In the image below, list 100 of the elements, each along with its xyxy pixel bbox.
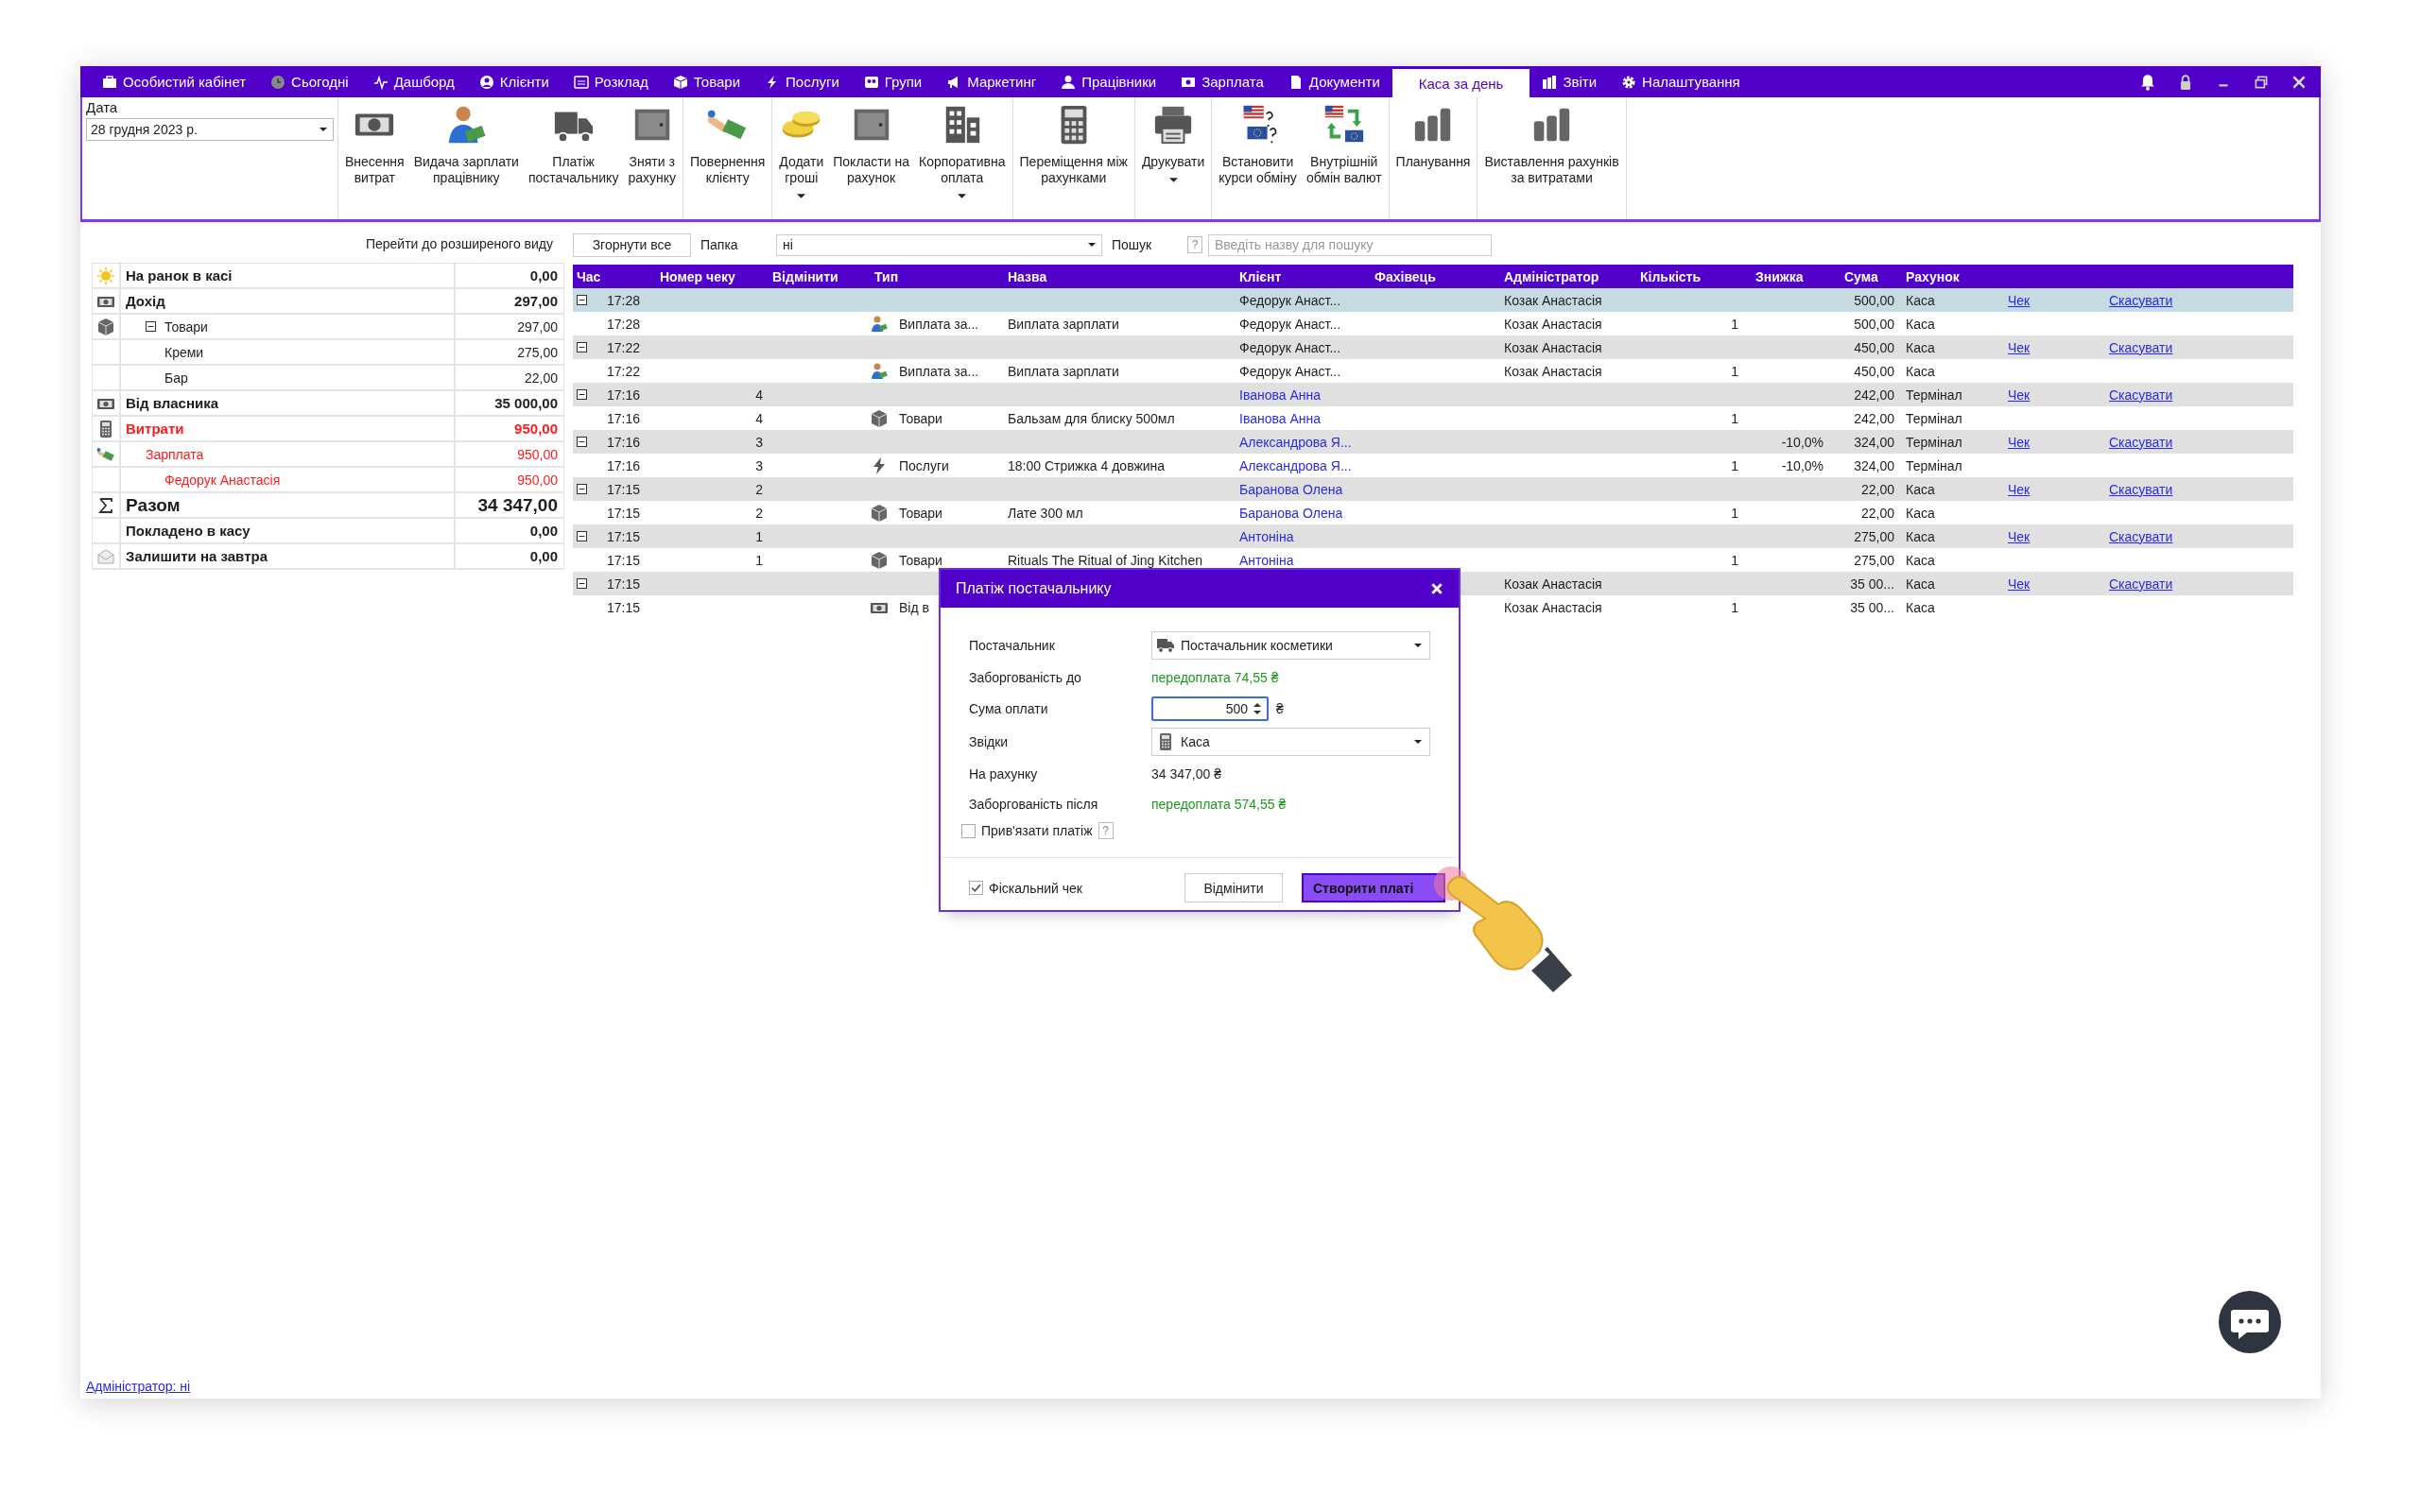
quantity-cell: 1 bbox=[1731, 363, 1738, 379]
quantity-cell: 1 bbox=[1731, 599, 1738, 615]
account-cell: Каса bbox=[1906, 552, 1935, 568]
admin-cell: Козак Анастасія bbox=[1504, 363, 1602, 379]
name-cell: Лате 300 мл bbox=[1008, 505, 1083, 521]
summary-value: 950,00 bbox=[517, 472, 558, 488]
time-cell: 17:15 bbox=[607, 528, 641, 544]
time-cell: 17:16 bbox=[607, 434, 641, 450]
summary-value: 297,00 bbox=[517, 318, 558, 335]
receipt-number-cell: 1 bbox=[755, 552, 763, 568]
field-label: Звідки bbox=[969, 734, 1010, 749]
account-cell: Термінал bbox=[1906, 457, 1962, 473]
field-label: Сума оплати bbox=[969, 701, 1049, 716]
summary-label: Зарплата bbox=[146, 446, 204, 462]
sum-cell: 275,00 bbox=[1854, 528, 1894, 544]
sum-cell: 324,00 bbox=[1854, 434, 1894, 450]
summary-label: Федорук Анастасія bbox=[164, 472, 281, 488]
sum-cell: 450,00 bbox=[1854, 339, 1894, 355]
sum-cell: 35 00... bbox=[1850, 576, 1894, 592]
time-cell: 17:15 bbox=[607, 552, 641, 568]
sum-cell: 242,00 bbox=[1854, 387, 1894, 403]
sum-cell: 500,00 bbox=[1854, 316, 1894, 332]
quantity-cell: 1 bbox=[1731, 552, 1738, 568]
quantity-cell: 1 bbox=[1731, 457, 1738, 473]
admin-cell: Козак Анастасія bbox=[1504, 339, 1602, 355]
client-cell: Федорук Анаст... bbox=[1239, 316, 1341, 332]
quantity-cell: 1 bbox=[1731, 316, 1738, 332]
search-label: Пошук bbox=[1112, 237, 1153, 252]
account-cell: Каса bbox=[1906, 316, 1935, 332]
type-cell: Товари bbox=[899, 505, 942, 521]
summary-value: 297,00 bbox=[514, 293, 558, 309]
summary-value: 35 000,00 bbox=[494, 395, 558, 411]
sum-cell: 450,00 bbox=[1854, 363, 1894, 379]
summary-value: 22,00 bbox=[524, 369, 558, 386]
time-cell: 17:15 bbox=[607, 599, 641, 615]
admin-cell: Козак Анастасія bbox=[1504, 316, 1602, 332]
sum-cell: 35 00... bbox=[1850, 599, 1894, 615]
field-label: На рахунку bbox=[969, 766, 1039, 782]
type-cell: Товари bbox=[899, 410, 942, 426]
time-cell: 17:15 bbox=[607, 576, 641, 592]
sum-cell: 22,00 bbox=[1860, 505, 1894, 521]
type-cell: Виплата за... bbox=[899, 316, 979, 332]
summary-value: 950,00 bbox=[517, 446, 558, 462]
receipt-number-cell: 4 bbox=[755, 387, 763, 403]
checkbox-label: Прив'язати платіж bbox=[981, 823, 1093, 838]
type-cell: Виплата за... bbox=[899, 363, 979, 379]
receipt-number-cell: 4 bbox=[755, 410, 763, 426]
type-cell: Послуги bbox=[899, 457, 949, 473]
account-cell: Термінал bbox=[1906, 434, 1962, 450]
name-cell: Виплата зарплати bbox=[1008, 363, 1119, 379]
receipt-number-cell: 3 bbox=[755, 457, 763, 473]
account-cell: Каса bbox=[1906, 339, 1935, 355]
sum-cell: 275,00 bbox=[1854, 552, 1894, 568]
account-cell: Каса bbox=[1906, 599, 1935, 615]
summary-label: Дохід bbox=[126, 293, 165, 309]
summary-value: 0,00 bbox=[529, 548, 558, 564]
summary-label: Від власника bbox=[126, 395, 219, 411]
type-cell: Від в bbox=[899, 599, 929, 615]
time-cell: 17:28 bbox=[607, 292, 641, 308]
sum-cell: 500,00 bbox=[1854, 292, 1894, 308]
field-value: передоплата 74,55 ₴ bbox=[1151, 670, 1280, 685]
time-cell: 17:22 bbox=[607, 363, 641, 379]
checkbox-label: Фіскальний чек bbox=[989, 880, 1082, 896]
time-cell: 17:15 bbox=[607, 505, 641, 521]
currency-label: ₴ bbox=[1276, 701, 1284, 716]
time-cell: 17:22 bbox=[607, 339, 641, 355]
summary-label: Покладено в касу bbox=[126, 523, 251, 539]
field-label: Постачальник bbox=[969, 638, 1056, 653]
client-cell: Федорук Анаст... bbox=[1239, 339, 1341, 355]
time-cell: 17:15 bbox=[607, 481, 641, 497]
summary-label: Товари bbox=[164, 318, 208, 335]
summary-value: 950,00 bbox=[514, 421, 558, 437]
name-cell: Виплата зарплати bbox=[1008, 316, 1119, 332]
account-cell: Каса bbox=[1906, 481, 1935, 497]
date-label: Дата bbox=[86, 99, 119, 115]
account-cell: Каса bbox=[1906, 505, 1935, 521]
sum-cell: 242,00 bbox=[1854, 410, 1894, 426]
receipt-number-cell: 2 bbox=[755, 505, 763, 521]
field-label: Заборгованість до bbox=[969, 670, 1082, 685]
summary-value: 0,00 bbox=[529, 267, 558, 284]
receipt-number-cell: 1 bbox=[755, 528, 763, 544]
admin-cell: Козак Анастасія bbox=[1504, 292, 1602, 308]
summary-label: Разом bbox=[126, 494, 181, 516]
summary-label: Креми bbox=[164, 344, 204, 360]
summary-label: Бар bbox=[164, 369, 188, 386]
summary-label: На ранок в касі bbox=[126, 267, 233, 284]
receipt-number-cell: 3 bbox=[755, 434, 763, 450]
name-cell: 18:00 Стрижка 4 довжина bbox=[1008, 457, 1166, 473]
name-cell: Бальзам для блиску 500мл bbox=[1008, 410, 1175, 426]
discount-cell: -10,0% bbox=[1781, 434, 1824, 450]
field-label: Заборгованість після bbox=[969, 797, 1099, 812]
client-cell: Федорук Анаст... bbox=[1239, 292, 1341, 308]
summary-value: 34 347,00 bbox=[477, 494, 558, 516]
field-value: передоплата 574,55 ₴ bbox=[1151, 797, 1288, 812]
name-cell: Rituals The Ritual of Jing Kitchen bbox=[1008, 552, 1202, 568]
time-cell: 17:16 bbox=[607, 410, 641, 426]
sum-cell: 22,00 bbox=[1860, 481, 1894, 497]
account-cell: Каса bbox=[1906, 576, 1935, 592]
account-cell: Каса bbox=[1906, 292, 1935, 308]
field-value: 34 347,00 ₴ bbox=[1151, 766, 1222, 782]
